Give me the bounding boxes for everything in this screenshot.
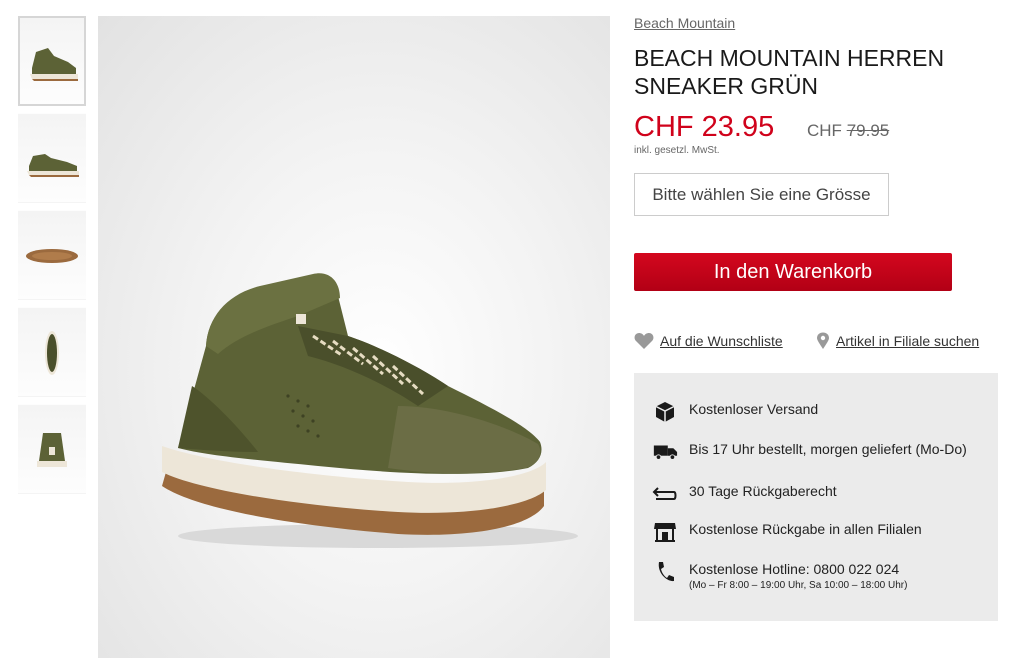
benefit-text: Kostenlose Hotline: 0800 022 024 <box>689 561 900 577</box>
thumbnail-top[interactable] <box>18 307 86 397</box>
store-icon <box>652 521 678 543</box>
phone-icon <box>652 561 678 583</box>
heart-icon <box>634 333 654 349</box>
original-price: CHF 79.95 <box>807 121 889 141</box>
benefit-text: Kostenloser Versand <box>689 401 819 417</box>
add-to-cart-button[interactable]: In den Warenkorb <box>634 253 952 291</box>
shoe-thumbnail-image <box>30 48 78 81</box>
benefit-hotline: Kostenlose Hotline: 0800 022 024 (Mo – F… <box>652 561 907 591</box>
package-icon <box>652 401 678 423</box>
shoe-thumbnail-image <box>27 154 79 177</box>
sale-price: CHF 23.95 <box>634 111 775 143</box>
thumbnail-side[interactable] <box>18 113 86 203</box>
store-search-label: Artikel in Filiale suchen <box>836 333 980 349</box>
benefit-delivery: Bis 17 Uhr bestellt, morgen geliefert (M… <box>652 441 967 463</box>
original-price-value: 79.95 <box>846 121 890 140</box>
benefits-box: Kostenloser Versand Bis 17 Uhr bestellt,… <box>634 373 998 621</box>
size-select-placeholder: Bitte wählen Sie eine Grösse <box>652 184 871 204</box>
product-main-image[interactable] <box>98 16 610 658</box>
thumbnail-back[interactable] <box>18 404 86 494</box>
benefit-store-return: Kostenlose Rückgabe in allen Filialen <box>652 521 922 543</box>
original-price-currency: CHF <box>807 121 842 140</box>
return-arrow-icon <box>652 483 678 505</box>
size-select[interactable]: Bitte wählen Sie eine Grösse <box>634 173 889 216</box>
thumbnail-sole[interactable] <box>18 210 86 300</box>
wishlist-link[interactable]: Auf die Wunschliste <box>634 332 783 350</box>
shoe-thumbnail-image <box>37 433 67 467</box>
add-to-cart-label: In den Warenkorb <box>713 260 873 283</box>
benefit-text: Kostenlose Rückgabe in allen Filialen <box>689 521 922 537</box>
shoe-thumbnail-image <box>45 331 59 375</box>
hotline-hours: (Mo – Fr 8:00 – 19:00 Uhr, Sa 10:00 – 18… <box>689 580 908 591</box>
benefit-free-shipping: Kostenloser Versand <box>652 401 818 423</box>
store-search-link[interactable]: Artikel in Filiale suchen <box>816 332 979 350</box>
benefit-text: 30 Tage Rückgaberecht <box>689 483 837 499</box>
shoe-thumbnail-image <box>26 249 78 263</box>
brand-link[interactable]: Beach Mountain <box>634 15 735 31</box>
truck-icon <box>652 441 678 463</box>
benefit-text: Bis 17 Uhr bestellt, morgen geliefert (M… <box>689 441 967 457</box>
sneaker-image <box>162 273 578 548</box>
tax-note: inkl. gesetzl. MwSt. <box>634 145 720 156</box>
hotline-text-group: Kostenlose Hotline: 0800 022 024 (Mo – F… <box>689 561 907 591</box>
benefit-return: 30 Tage Rückgaberecht <box>652 483 837 505</box>
thumbnail-side-angle[interactable] <box>18 16 86 106</box>
location-pin-icon <box>817 332 829 349</box>
thumbnail-list <box>18 16 86 501</box>
wishlist-label: Auf die Wunschliste <box>660 333 783 349</box>
product-title: BEACH MOUNTAIN HERREN SNEAKER GRÜN <box>634 45 945 99</box>
